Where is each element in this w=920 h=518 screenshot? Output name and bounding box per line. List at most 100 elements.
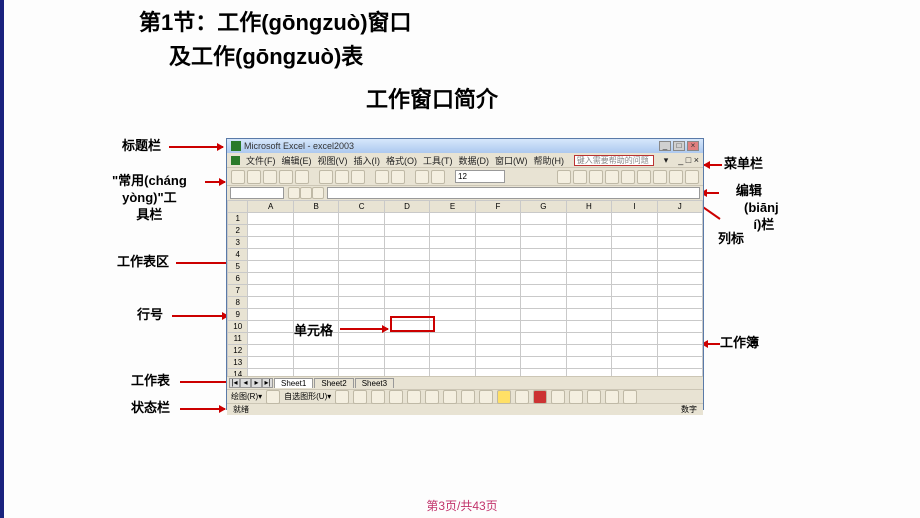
line-icon[interactable]: [335, 390, 349, 404]
sort-desc-icon[interactable]: [431, 170, 445, 184]
tab-nav-first[interactable]: |◂: [229, 378, 240, 388]
tool-icon[interactable]: [637, 170, 651, 184]
col-header[interactable]: G: [521, 201, 566, 213]
col-header[interactable]: F: [475, 201, 520, 213]
col-header[interactable]: A: [248, 201, 293, 213]
row-header[interactable]: 11: [228, 333, 248, 345]
textbox-icon[interactable]: [407, 390, 421, 404]
enter-icon[interactable]: [300, 187, 312, 199]
col-header[interactable]: B: [293, 201, 338, 213]
draw-menu[interactable]: 绘图(R)▾: [231, 391, 262, 402]
row-header[interactable]: 13: [228, 357, 248, 369]
arrow-common-toolbar: [205, 181, 225, 183]
name-box[interactable]: [230, 187, 284, 199]
paste-icon[interactable]: [351, 170, 365, 184]
fx-icon[interactable]: [312, 187, 324, 199]
sort-asc-icon[interactable]: [415, 170, 429, 184]
sheet-tab[interactable]: Sheet2: [314, 378, 353, 388]
preview-icon[interactable]: [295, 170, 309, 184]
tool-icon[interactable]: [653, 170, 667, 184]
row-header[interactable]: 2: [228, 225, 248, 237]
autoshape-menu[interactable]: 自选图形(U)▾: [284, 391, 331, 402]
minimize-button[interactable]: _: [659, 141, 671, 151]
shadow-icon[interactable]: [605, 390, 619, 404]
menu-item[interactable]: 插入(I): [354, 154, 381, 167]
3d-icon[interactable]: [623, 390, 637, 404]
new-icon[interactable]: [231, 170, 245, 184]
tool-icon[interactable]: [573, 170, 587, 184]
menu-item[interactable]: 窗口(W): [495, 154, 528, 167]
select-all-corner[interactable]: [228, 201, 248, 213]
menu-item[interactable]: 格式(O): [386, 154, 417, 167]
redo-icon[interactable]: [391, 170, 405, 184]
col-header[interactable]: D: [384, 201, 429, 213]
linecolor-icon[interactable]: [515, 390, 529, 404]
selected-cell-highlight: [390, 316, 435, 332]
row-header[interactable]: 7: [228, 285, 248, 297]
label-row-number: 行号: [137, 307, 163, 324]
arrow-titlebar: [169, 146, 223, 148]
row-header[interactable]: 14: [228, 369, 248, 377]
menu-item[interactable]: 数据(D): [459, 154, 490, 167]
row-header[interactable]: 3: [228, 237, 248, 249]
row-header[interactable]: 4: [228, 249, 248, 261]
col-header[interactable]: E: [430, 201, 475, 213]
pointer-icon[interactable]: [266, 390, 280, 404]
cancel-icon[interactable]: [288, 187, 300, 199]
tool-icon[interactable]: [557, 170, 571, 184]
col-header[interactable]: H: [566, 201, 611, 213]
tool-icon[interactable]: [621, 170, 635, 184]
undo-icon[interactable]: [375, 170, 389, 184]
tab-nav-last[interactable]: ▸|: [262, 378, 273, 388]
row-header[interactable]: 6: [228, 273, 248, 285]
arrow-icon[interactable]: [353, 390, 367, 404]
sheet-tab[interactable]: Sheet3: [355, 378, 394, 388]
fillcolor-icon[interactable]: [497, 390, 511, 404]
tab-nav-next[interactable]: ▸: [251, 378, 262, 388]
menu-item[interactable]: 编辑(E): [282, 154, 312, 167]
oval-icon[interactable]: [389, 390, 403, 404]
row-header[interactable]: 10: [228, 321, 248, 333]
open-icon[interactable]: [247, 170, 261, 184]
fontcolor-icon[interactable]: [533, 390, 547, 404]
doc-icon: [231, 156, 240, 165]
row-header[interactable]: 8: [228, 297, 248, 309]
picture-icon[interactable]: [479, 390, 493, 404]
menu-item[interactable]: 文件(F): [246, 154, 276, 167]
row-header[interactable]: 5: [228, 261, 248, 273]
menu-item[interactable]: 工具(T): [423, 154, 453, 167]
menu-item[interactable]: 视图(V): [318, 154, 348, 167]
cut-icon[interactable]: [319, 170, 333, 184]
maximize-button[interactable]: □: [673, 141, 685, 151]
row-header[interactable]: 9: [228, 309, 248, 321]
rect-icon[interactable]: [371, 390, 385, 404]
sheet-tab[interactable]: Sheet1: [274, 378, 313, 388]
arrowstyle-icon[interactable]: [587, 390, 601, 404]
help-search-input[interactable]: 键入需要帮助的问题: [574, 155, 654, 166]
col-header[interactable]: J: [657, 201, 702, 213]
diagram-icon[interactable]: [443, 390, 457, 404]
row-header[interactable]: 12: [228, 345, 248, 357]
col-header[interactable]: I: [612, 201, 657, 213]
tool-icon[interactable]: [685, 170, 699, 184]
menu-item[interactable]: 帮助(H): [534, 154, 565, 167]
print-icon[interactable]: [279, 170, 293, 184]
dash-icon[interactable]: [569, 390, 583, 404]
tool-icon[interactable]: [605, 170, 619, 184]
copy-icon[interactable]: [335, 170, 349, 184]
save-icon[interactable]: [263, 170, 277, 184]
close-button[interactable]: ×: [687, 141, 699, 151]
tab-nav-prev[interactable]: ◂: [240, 378, 251, 388]
row-header[interactable]: 1: [228, 213, 248, 225]
col-header[interactable]: C: [339, 201, 384, 213]
worksheet-grid[interactable]: A B C D E F G H I J 1 2 3 4 5 6 7 8 9 10…: [227, 200, 703, 376]
wordart-icon[interactable]: [425, 390, 439, 404]
clipart-icon[interactable]: [461, 390, 475, 404]
lineweight-icon[interactable]: [551, 390, 565, 404]
formula-input[interactable]: [327, 187, 700, 199]
tool-icon[interactable]: [669, 170, 683, 184]
tool-icon[interactable]: [589, 170, 603, 184]
font-size-selector[interactable]: 12: [455, 170, 505, 183]
status-left: 就绪: [233, 404, 249, 415]
label-worksheet-area: 工作表区: [117, 254, 169, 271]
